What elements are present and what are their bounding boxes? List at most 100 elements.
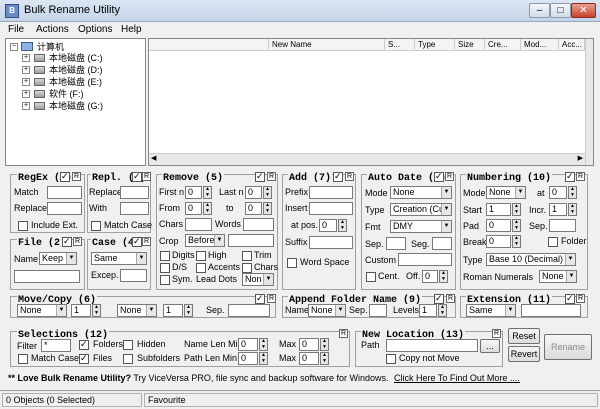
col-modified[interactable]: Mod... xyxy=(521,39,559,51)
autodate-enable-checkbox[interactable] xyxy=(434,171,444,182)
promo-link[interactable]: Click Here To Find Out More .... xyxy=(394,373,520,383)
appendfolder-name-dropdown[interactable]: None ▼ xyxy=(308,304,346,317)
roman-numerals-dropdown[interactable]: None ▼ xyxy=(539,270,577,283)
numbering-start-spinner[interactable]: ▲ ▼ xyxy=(512,203,521,216)
hidden-checkbox[interactable] xyxy=(123,340,133,350)
autodate-seg-input[interactable] xyxy=(432,237,452,250)
insert-input[interactable] xyxy=(309,202,353,215)
file-name-input[interactable] xyxy=(14,270,80,283)
numbering-start-input[interactable]: 1 xyxy=(486,203,511,216)
to-spinner[interactable]: ▲ ▼ xyxy=(263,202,272,215)
filter-input[interactable]: * xyxy=(41,339,71,352)
maximize-button[interactable]: □ xyxy=(550,3,571,18)
appendfolder-reset-button[interactable]: R xyxy=(446,294,455,303)
numbering-incr-input[interactable]: 1 xyxy=(549,203,567,216)
suffix-input[interactable] xyxy=(309,236,353,249)
numbering-pad-spinner[interactable]: ▲ ▼ xyxy=(512,219,521,232)
word-space-checkbox[interactable] xyxy=(287,258,297,268)
case-reset-button[interactable]: R xyxy=(142,237,151,246)
regex-reset-button[interactable]: R xyxy=(72,172,81,181)
movecopy-sep-input[interactable] xyxy=(228,304,270,317)
col-created[interactable]: Cre... xyxy=(485,39,521,51)
scroll-right-icon[interactable]: ▶ xyxy=(578,154,583,162)
repl-match-case-checkbox[interactable] xyxy=(91,221,101,231)
ds-checkbox[interactable] xyxy=(160,263,170,273)
expand-icon[interactable]: + xyxy=(22,66,30,74)
numbering-sep-input[interactable] xyxy=(549,219,576,232)
autodate-fmt-dropdown[interactable]: DMY ▼ xyxy=(390,220,452,233)
last-n-spinner[interactable]: ▲ ▼ xyxy=(263,186,272,199)
col-new-name[interactable]: New Name xyxy=(269,39,385,51)
movecopy-reset-button[interactable]: R xyxy=(267,294,276,303)
words-input[interactable] xyxy=(243,218,274,231)
case-enable-checkbox[interactable] xyxy=(132,236,142,247)
vertical-scrollbar[interactable] xyxy=(585,39,593,165)
regex-match-input[interactable] xyxy=(47,186,82,199)
path-len-max-input[interactable]: 0 xyxy=(299,352,319,365)
tree-drive-d[interactable]: + 本地磁盘 (D:) xyxy=(22,64,142,76)
numbering-at-spinner[interactable]: ▲ ▼ xyxy=(568,186,577,199)
path-len-max-spinner[interactable]: ▲ ▼ xyxy=(320,352,329,365)
rename-button[interactable]: Rename xyxy=(544,334,592,360)
numbering-pad-input[interactable]: 0 xyxy=(486,219,511,232)
extension-enable-checkbox[interactable] xyxy=(565,293,575,304)
tree-drive-g[interactable]: + 本地磁盘 (G:) xyxy=(22,100,142,112)
appendfolder-enable-checkbox[interactable] xyxy=(434,293,444,304)
include-ext-checkbox[interactable] xyxy=(18,221,28,231)
at-pos-input[interactable]: 0 xyxy=(319,219,337,232)
expand-icon[interactable]: + xyxy=(22,90,30,98)
reset-button[interactable]: Reset xyxy=(508,328,540,344)
name-len-min-spinner[interactable]: ▲ ▼ xyxy=(259,338,268,351)
file-list[interactable]: New Name S... Type Size Cre... Mod... Ac… xyxy=(148,38,594,166)
subfolders-checkbox[interactable] xyxy=(123,354,133,364)
regex-enable-checkbox[interactable] xyxy=(60,171,70,182)
case-dropdown[interactable]: Same ▼ xyxy=(91,252,147,265)
file-name-dropdown[interactable]: Keep ▼ xyxy=(39,252,77,265)
revert-button[interactable]: Revert xyxy=(508,346,540,362)
numbering-reset-button[interactable]: R xyxy=(576,172,585,181)
movecopy-spinner-1[interactable]: ▲ ▼ xyxy=(92,304,101,317)
crop-dropdown[interactable]: Before ▼ xyxy=(185,234,225,247)
tree-drive-f[interactable]: + 软件 (F:) xyxy=(22,88,142,100)
file-enable-checkbox[interactable] xyxy=(62,236,72,247)
col-size[interactable]: Size xyxy=(455,39,485,51)
appendfolder-levels-spinner[interactable]: ▲ ▼ xyxy=(438,304,447,317)
name-len-max-input[interactable]: 0 xyxy=(299,338,319,351)
horizontal-scrollbar[interactable]: ◀ ▶ xyxy=(149,153,585,165)
menu-help[interactable]: Help xyxy=(121,24,142,35)
movecopy-count-1[interactable]: 1 xyxy=(71,304,91,317)
repl-enable-checkbox[interactable] xyxy=(132,171,142,182)
appendfolder-sep-input[interactable] xyxy=(369,304,387,317)
close-button[interactable]: ✕ xyxy=(571,3,596,18)
browse-button[interactable]: ... xyxy=(480,339,500,353)
from-spinner[interactable]: ▲ ▼ xyxy=(203,202,212,215)
movecopy-dropdown-2[interactable]: None ▼ xyxy=(117,304,157,317)
autodate-reset-button[interactable]: R xyxy=(445,172,454,181)
files-checkbox[interactable] xyxy=(79,353,89,364)
numbering-folder-checkbox[interactable] xyxy=(548,237,558,247)
to-input[interactable]: 0 xyxy=(245,202,262,215)
scroll-left-icon[interactable]: ◀ xyxy=(151,154,156,162)
repl-replace-input[interactable] xyxy=(120,186,149,199)
col-status[interactable]: S... xyxy=(385,39,415,51)
extension-reset-button[interactable]: R xyxy=(576,294,585,303)
add-reset-button[interactable]: R xyxy=(345,172,354,181)
first-n-input[interactable]: 0 xyxy=(185,186,202,199)
path-len-min-spinner[interactable]: ▲ ▼ xyxy=(259,352,268,365)
expand-icon[interactable]: + xyxy=(22,54,30,62)
col-blank[interactable] xyxy=(149,39,269,51)
col-accessed[interactable]: Acc... xyxy=(559,39,585,51)
last-n-input[interactable]: 0 xyxy=(245,186,262,199)
movecopy-spinner-2[interactable]: ▲ ▼ xyxy=(184,304,193,317)
name-len-min-input[interactable]: 0 xyxy=(238,338,258,351)
name-len-max-spinner[interactable]: ▲ ▼ xyxy=(320,338,329,351)
collapse-icon[interactable]: − xyxy=(10,43,18,51)
expand-icon[interactable]: + xyxy=(22,78,30,86)
appendfolder-levels-input[interactable]: 1 xyxy=(419,304,437,317)
remove-enable-checkbox[interactable] xyxy=(255,171,265,182)
path-input[interactable] xyxy=(386,339,478,352)
regex-replace-input[interactable] xyxy=(47,202,82,215)
chars-input[interactable] xyxy=(185,218,212,231)
off-input[interactable]: 0 xyxy=(422,270,438,283)
movecopy-count-2[interactable]: 1 xyxy=(163,304,183,317)
